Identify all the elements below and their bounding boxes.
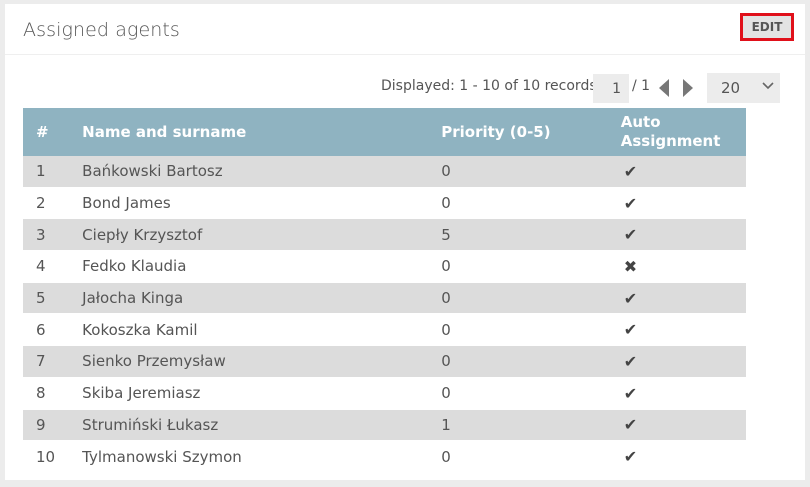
agent-priority: 0	[441, 162, 451, 181]
agent-name: Kokoszka Kamil	[82, 320, 198, 339]
assigned-agents-panel: Assigned agents EDIT Displayed: 1 - 10 o…	[5, 4, 805, 480]
agent-priority: 0	[441, 257, 451, 276]
next-page-icon[interactable]	[683, 79, 693, 97]
check-icon: ✔	[623, 351, 638, 371]
agent-name: Fedko Klaudia	[82, 257, 187, 276]
check-icon: ✔	[623, 193, 638, 213]
records-count: Displayed: 1 - 10 of 10 records	[381, 78, 597, 94]
header-priority: Priority (0-5)	[441, 108, 621, 156]
prev-page-icon[interactable]	[659, 79, 669, 97]
table-row: 5 Jałocha Kinga 0 ✔	[23, 282, 746, 314]
row-number: 1	[36, 162, 46, 181]
agent-priority: 0	[441, 352, 451, 371]
agent-name: Skiba Jeremiasz	[82, 384, 201, 403]
agent-priority: 0	[441, 320, 451, 339]
table-row: 6 Kokoszka Kamil 0 ✔	[23, 313, 746, 346]
agent-priority: 5	[441, 225, 451, 244]
panel-header: Assigned agents EDIT	[5, 4, 805, 55]
row-number: 7	[36, 352, 46, 371]
agent-name: Tylmanowski Szymon	[82, 447, 242, 466]
table-row: 10 Tylmanowski Szymon 0 ✔	[23, 440, 746, 473]
row-number: 6	[36, 320, 46, 339]
check-icon: ✔	[623, 161, 638, 181]
page-total: / 1	[632, 78, 651, 94]
page-size-select[interactable]: 20	[707, 73, 780, 103]
table-header-row: # Name and surname Priority (0-5) Auto A…	[23, 108, 746, 156]
agent-priority: 0	[441, 194, 451, 213]
chevron-down-icon	[762, 82, 774, 90]
row-number: 5	[36, 289, 46, 308]
table-row: 7 Sienko Przemysław 0 ✔	[23, 345, 746, 378]
row-number: 3	[36, 225, 46, 244]
check-icon: ✔	[623, 288, 638, 308]
row-number: 4	[36, 257, 46, 276]
edit-button[interactable]: EDIT	[740, 13, 794, 41]
row-number: 2	[36, 194, 46, 213]
agent-name: Ciepły Krzysztof	[82, 225, 203, 244]
panel-title: Assigned agents	[23, 19, 180, 41]
agent-priority: 0	[441, 384, 451, 403]
agent-name: Bańkowski Bartosz	[82, 162, 223, 181]
table-row: 9 Strumiński Łukasz 1 ✔	[23, 409, 746, 441]
check-icon: ✔	[623, 447, 638, 467]
table-row: 1 Bańkowski Bartosz 0 ✔	[23, 156, 746, 188]
check-icon: ✔	[623, 320, 638, 340]
agent-priority: 1	[441, 415, 451, 434]
check-icon: ✔	[623, 415, 638, 435]
page-size-value: 20	[721, 79, 741, 97]
header-num: #	[23, 108, 83, 156]
agent-priority: 0	[441, 289, 451, 308]
table-row: 4 Fedko Klaudia 0 ✖	[23, 250, 746, 283]
agent-name: Jałocha Kinga	[82, 289, 184, 308]
agents-table: # Name and surname Priority (0-5) Auto A…	[23, 108, 746, 473]
table-row: 2 Bond James 0 ✔	[23, 187, 746, 219]
row-number: 8	[36, 384, 46, 403]
row-number: 10	[36, 447, 56, 466]
row-number: 9	[36, 415, 46, 434]
agent-priority: 0	[441, 447, 451, 466]
check-icon: ✔	[623, 383, 638, 403]
agent-name: Strumiński Łukasz	[82, 415, 219, 434]
check-icon: ✔	[623, 225, 638, 245]
agent-name: Sienko Przemysław	[82, 352, 226, 371]
table-row: 3 Ciepły Krzysztof 5 ✔	[23, 218, 746, 251]
table-row: 8 Skiba Jeremiasz 0 ✔	[23, 377, 746, 409]
agent-name: Bond James	[82, 194, 171, 213]
header-auto-assignment: Auto Assignment	[620, 108, 746, 156]
page-number-input[interactable]: 1	[593, 74, 629, 103]
header-name: Name and surname	[82, 108, 442, 156]
cross-icon: ✖	[623, 256, 638, 276]
